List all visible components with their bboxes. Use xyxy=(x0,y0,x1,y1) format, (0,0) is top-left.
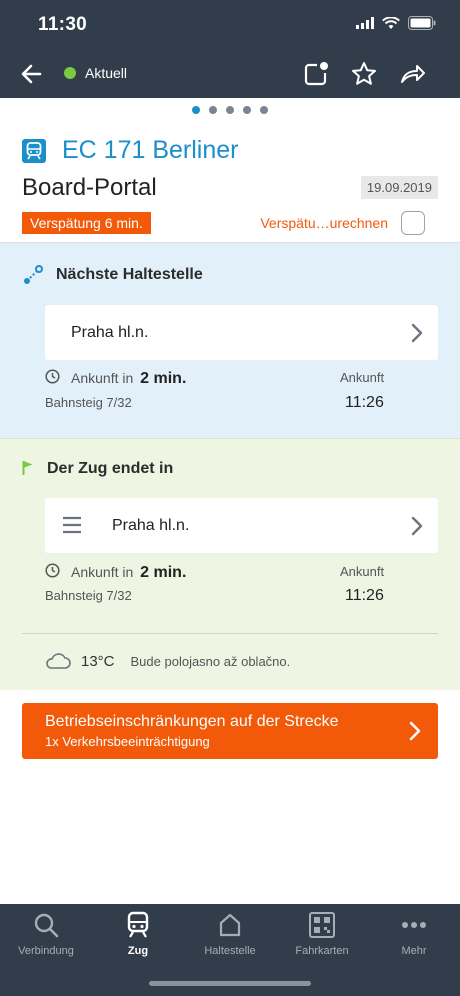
page-dot[interactable] xyxy=(260,106,268,114)
chevron-right-icon xyxy=(411,323,423,343)
next-stop-station: Praha hl.n. xyxy=(71,324,149,341)
end-arrival-in: Ankunft in 2 min. xyxy=(71,564,186,582)
page-dot[interactable] xyxy=(243,106,251,114)
house-icon xyxy=(215,910,245,940)
clock-icon xyxy=(45,563,60,578)
arrival-in-value: 2 min. xyxy=(140,564,187,581)
signal-icon xyxy=(356,17,374,29)
tab-label: Haltestelle xyxy=(204,945,256,957)
status-time: 11:30 xyxy=(38,14,88,35)
chevron-right-icon xyxy=(411,516,423,536)
disruption-title: Betriebseinschränkungen auf der Strecke xyxy=(45,713,339,730)
search-icon xyxy=(31,910,61,940)
train-icon xyxy=(22,138,46,163)
end-stop-card[interactable]: Praha hl.n. xyxy=(45,498,438,553)
tab-label: Zug xyxy=(127,945,149,957)
next-arrival-time: 11:26 xyxy=(345,394,384,411)
live-status: Aktuell xyxy=(64,65,127,81)
tab-mehr[interactable]: Mehr xyxy=(368,910,460,966)
chevron-right-icon xyxy=(409,721,421,741)
weather-temp: 13°C xyxy=(81,652,115,670)
arrival-prefix: Ankunft in xyxy=(71,370,134,386)
tab-verbindung[interactable]: Verbindung xyxy=(0,910,92,966)
cloud-icon xyxy=(46,653,71,669)
page-dot[interactable] xyxy=(209,106,217,114)
more-dots-icon xyxy=(399,910,429,940)
end-arrival-time: 11:26 xyxy=(345,587,384,604)
delay-calc-checkbox[interactable] xyxy=(401,211,425,235)
delay-calc-label[interactable]: Verspätu…urechnen xyxy=(260,215,388,231)
train-name: EC 171 Berliner xyxy=(62,136,239,164)
tab-fahrkarten[interactable]: Fahrkarten xyxy=(276,910,368,966)
page-dot[interactable] xyxy=(192,106,200,114)
battery-icon xyxy=(408,16,436,30)
end-stop-title: Der Zug endet in xyxy=(47,460,174,477)
clock-icon xyxy=(45,369,60,384)
train-title-row: EC 171 Berliner xyxy=(22,136,238,165)
route-icon xyxy=(24,265,43,284)
list-icon xyxy=(63,516,81,534)
nav-header: Aktuell xyxy=(0,50,460,98)
next-arrival-head: Ankunft xyxy=(340,370,385,385)
home-indicator[interactable] xyxy=(149,981,311,986)
qr-code-icon xyxy=(307,910,337,940)
tab-label: Fahrkarten xyxy=(295,945,349,957)
next-arrival-in: Ankunft in 2 min. xyxy=(71,370,186,388)
next-stop-card[interactable]: Praha hl.n. xyxy=(45,305,438,360)
weather-row: 13°C Bude polojasno až oblačno. xyxy=(45,652,290,670)
train-icon xyxy=(123,910,153,940)
live-dot-icon xyxy=(64,67,76,79)
delay-badge: Verspätung 6 min. xyxy=(22,212,151,234)
star-icon[interactable] xyxy=(350,60,378,88)
tab-zug[interactable]: Zug xyxy=(92,910,184,966)
page-dot[interactable] xyxy=(226,106,234,114)
top-bar: 11:30 Aktuell xyxy=(0,0,460,98)
weather-desc: Bude polojasno až oblačno. xyxy=(130,653,291,669)
page-indicator xyxy=(0,106,460,114)
arrival-prefix: Ankunft in xyxy=(71,564,134,580)
disruption-banner[interactable]: Betriebseinschränkungen auf der Strecke … xyxy=(22,703,438,759)
divider xyxy=(22,633,438,634)
end-arrival-head: Ankunft xyxy=(340,564,385,579)
back-arrow-icon[interactable] xyxy=(18,60,46,88)
wifi-icon xyxy=(382,16,400,29)
date-badge: 19.09.2019 xyxy=(360,176,438,199)
next-platform: Bahnsteig 7/32 xyxy=(45,395,132,410)
flag-icon xyxy=(22,461,33,475)
share-icon[interactable] xyxy=(398,60,426,88)
end-stop-station: Praha hl.n. xyxy=(112,517,190,534)
tab-haltestelle[interactable]: Haltestelle xyxy=(184,910,276,966)
next-stop-title: Nächste Haltestelle xyxy=(56,266,203,283)
end-platform: Bahnsteig 7/32 xyxy=(45,588,132,603)
tab-label: Verbindung xyxy=(18,945,74,957)
tab-label: Mehr xyxy=(401,945,427,957)
notification-icon[interactable] xyxy=(302,60,330,88)
page-title: Board-Portal xyxy=(22,174,157,201)
arrival-in-value: 2 min. xyxy=(140,370,187,387)
status-icons xyxy=(356,16,436,30)
disruption-subtitle: 1x Verkehrsbeeinträchtigung xyxy=(45,734,210,749)
live-status-label: Aktuell xyxy=(85,65,128,81)
